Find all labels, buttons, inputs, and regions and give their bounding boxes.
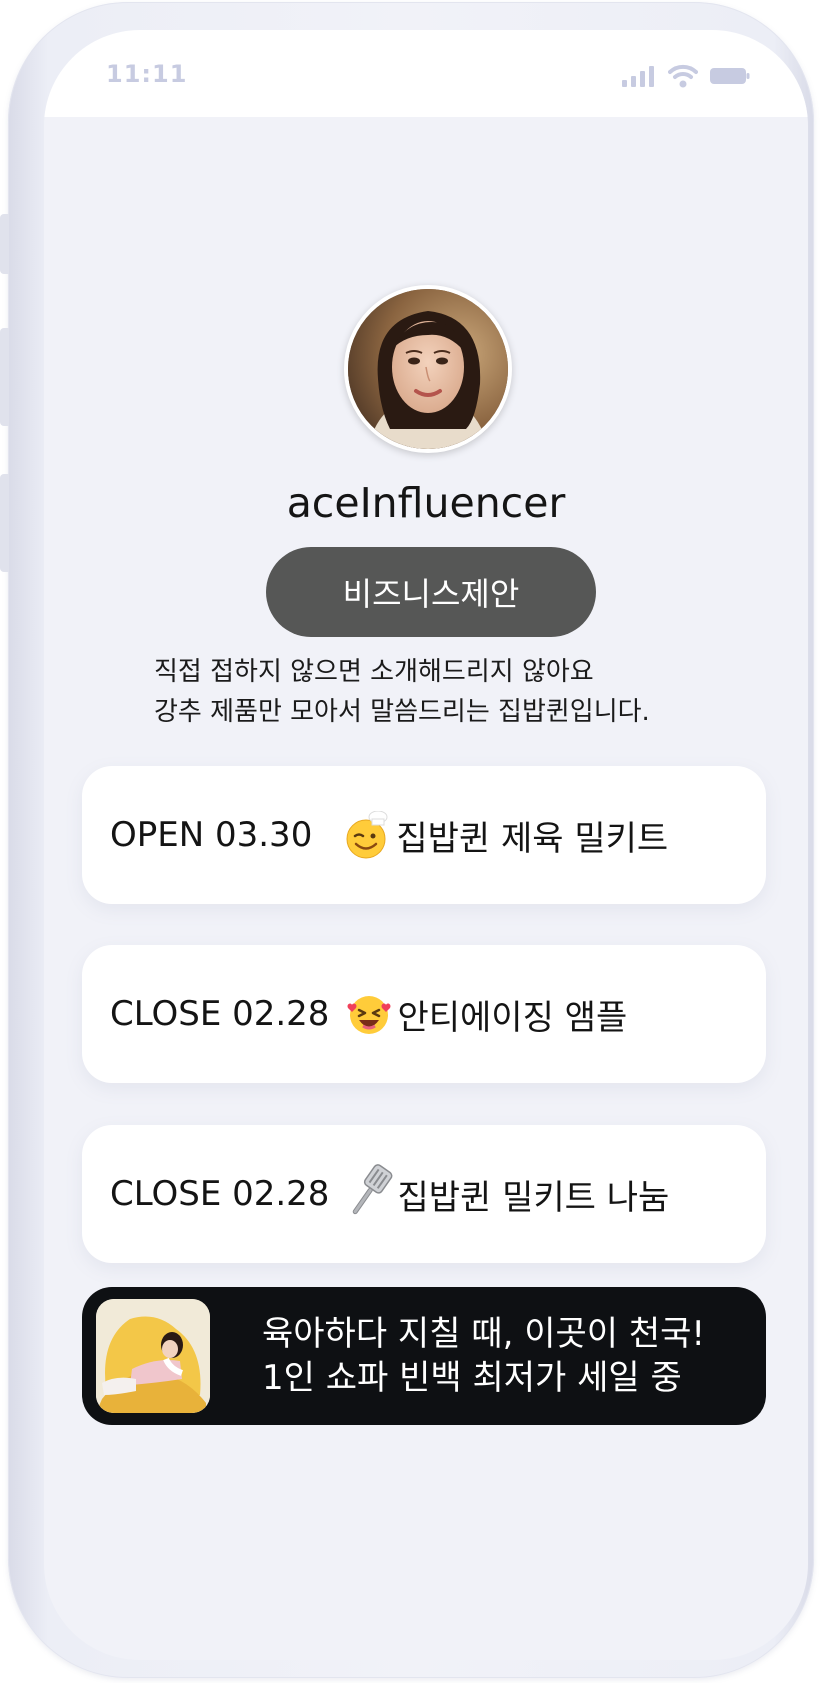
profile-bio: 직접 접하지 않으면 소개해드리지 않아요 강추 제품만 모아서 말씀드리는 집…	[154, 652, 714, 732]
phone-frame: 11:11 aceInfluencer 비즈니스제안 직접 접하지 않으면 소개…	[0, 2, 814, 1678]
ad-thumbnail	[96, 1299, 210, 1413]
signal-icon	[622, 66, 654, 87]
ad-banner[interactable]: 육아하다 지칠 때, 이곳이 천국! 1인 쇼파 빈백 최저가 세일 중	[82, 1287, 766, 1425]
link-title: 안티에이징 앰플	[397, 997, 628, 1038]
side-button-volume-up	[0, 328, 9, 426]
link-title: 집밥퀸 제육 밀키트	[396, 818, 669, 859]
ad-line-2: 1인 쇼파 빈백 최저가 세일 중	[262, 1358, 682, 1398]
side-button-mute	[0, 214, 9, 274]
profile-avatar[interactable]	[344, 285, 512, 453]
link-card[interactable]: CLOSE 02.28 안티에이징 앰플	[82, 945, 766, 1083]
battery-icon	[710, 68, 750, 84]
ad-line-1: 육아하다 지칠 때, 이곳이 천국!	[262, 1314, 706, 1354]
side-button-volume-down	[0, 474, 9, 572]
laughing-hearts-emoji-icon	[345, 990, 393, 1038]
link-title: 집밥퀸 밀키트 나눔	[397, 1177, 670, 1218]
wifi-icon	[668, 64, 698, 88]
link-date: CLOSE 02.28	[110, 1174, 330, 1214]
avatar-photo	[348, 289, 508, 449]
profile-content: aceInfluencer 비즈니스제안 직접 접하지 않으면 소개해드리지 않…	[44, 117, 808, 1660]
status-icons	[622, 64, 750, 88]
spatula-icon	[345, 1164, 393, 1218]
status-bar: 11:11	[44, 30, 808, 117]
bio-line: 직접 접하지 않으면 소개해드리지 않아요	[154, 657, 594, 687]
link-card[interactable]: CLOSE 02.28 집밥퀸 밀키트 나눔	[82, 1125, 766, 1263]
ad-text: 육아하다 지칠 때, 이곳이 천국! 1인 쇼파 빈백 최저가 세일 중	[262, 1312, 705, 1400]
business-proposal-button[interactable]: 비즈니스제안	[266, 547, 596, 637]
bio-line: 강추 제품만 모아서 말씀드리는 집밥퀸입니다.	[154, 697, 650, 727]
link-card[interactable]: OPEN 03.30 집밥퀸 제육 밀키트	[82, 766, 766, 904]
phone-screen: 11:11 aceInfluencer 비즈니스제안 직접 접하지 않으면 소개…	[44, 30, 808, 1660]
chef-face-emoji-icon	[344, 810, 392, 859]
status-time: 11:11	[106, 60, 188, 88]
link-date: OPEN 03.30	[110, 815, 313, 855]
link-date: CLOSE 02.28	[110, 994, 330, 1034]
username: aceInfluencer	[286, 479, 566, 527]
